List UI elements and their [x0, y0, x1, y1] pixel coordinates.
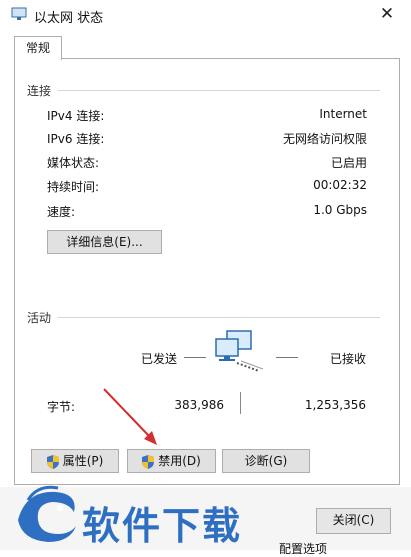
window-title: 以太网 状态 — [34, 11, 104, 26]
network-adapter-icon — [11, 7, 27, 20]
media-state-label: 媒体状态: — [47, 156, 100, 170]
close-window-button[interactable]: ✕ — [375, 3, 399, 27]
received-label: 已接收 — [330, 352, 367, 366]
properties-button-label: 属性(P) — [62, 454, 104, 468]
connection-group-divider — [58, 90, 380, 91]
background-window-text: 配置选项 — [279, 542, 328, 556]
disable-button-label: 禁用(D) — [158, 454, 201, 468]
bytes-received-value: 1,253,356 — [304, 398, 366, 412]
received-dash — [276, 357, 298, 358]
duration-label: 持续时间: — [47, 180, 100, 194]
sent-dash — [184, 357, 206, 358]
activity-group-divider — [58, 317, 380, 318]
sent-label: 已发送 — [141, 352, 178, 366]
disable-button[interactable]: 禁用(D) — [127, 449, 216, 473]
bytes-label: 字节: — [47, 400, 76, 414]
watermark-text: 软件下载 — [82, 504, 243, 548]
ipv6-value: 无网络访问权限 — [282, 132, 367, 146]
diagnose-button[interactable]: 诊断(G) — [222, 449, 310, 473]
activity-group-label: 活动 — [27, 311, 52, 325]
details-button[interactable]: 详细信息(E)... — [47, 230, 162, 254]
red-arrow-annotation — [103, 388, 157, 445]
uac-shield-icon — [142, 454, 155, 469]
tab-general[interactable]: 常规 — [14, 36, 62, 60]
bytes-separator — [240, 392, 241, 414]
ipv4-value: Internet — [319, 107, 367, 121]
uac-shield-icon — [46, 454, 59, 469]
bytes-sent-value: 383,986 — [174, 398, 224, 412]
properties-button[interactable]: 属性(P) — [31, 449, 119, 473]
ipv4-label: IPv4 连接: — [47, 109, 105, 123]
speed-value: 1.0 Gbps — [313, 203, 367, 217]
media-state-value: 已启用 — [330, 156, 367, 170]
network-activity-icon — [215, 330, 264, 372]
connection-group-label: 连接 — [27, 84, 52, 98]
duration-value: 00:02:32 — [313, 178, 367, 192]
title-bar: 以太网 状态 ✕ — [0, 0, 411, 30]
close-button[interactable]: 关闭(C) — [316, 508, 391, 534]
ipv6-label: IPv6 连接: — [47, 132, 105, 146]
speed-label: 速度: — [47, 205, 76, 219]
